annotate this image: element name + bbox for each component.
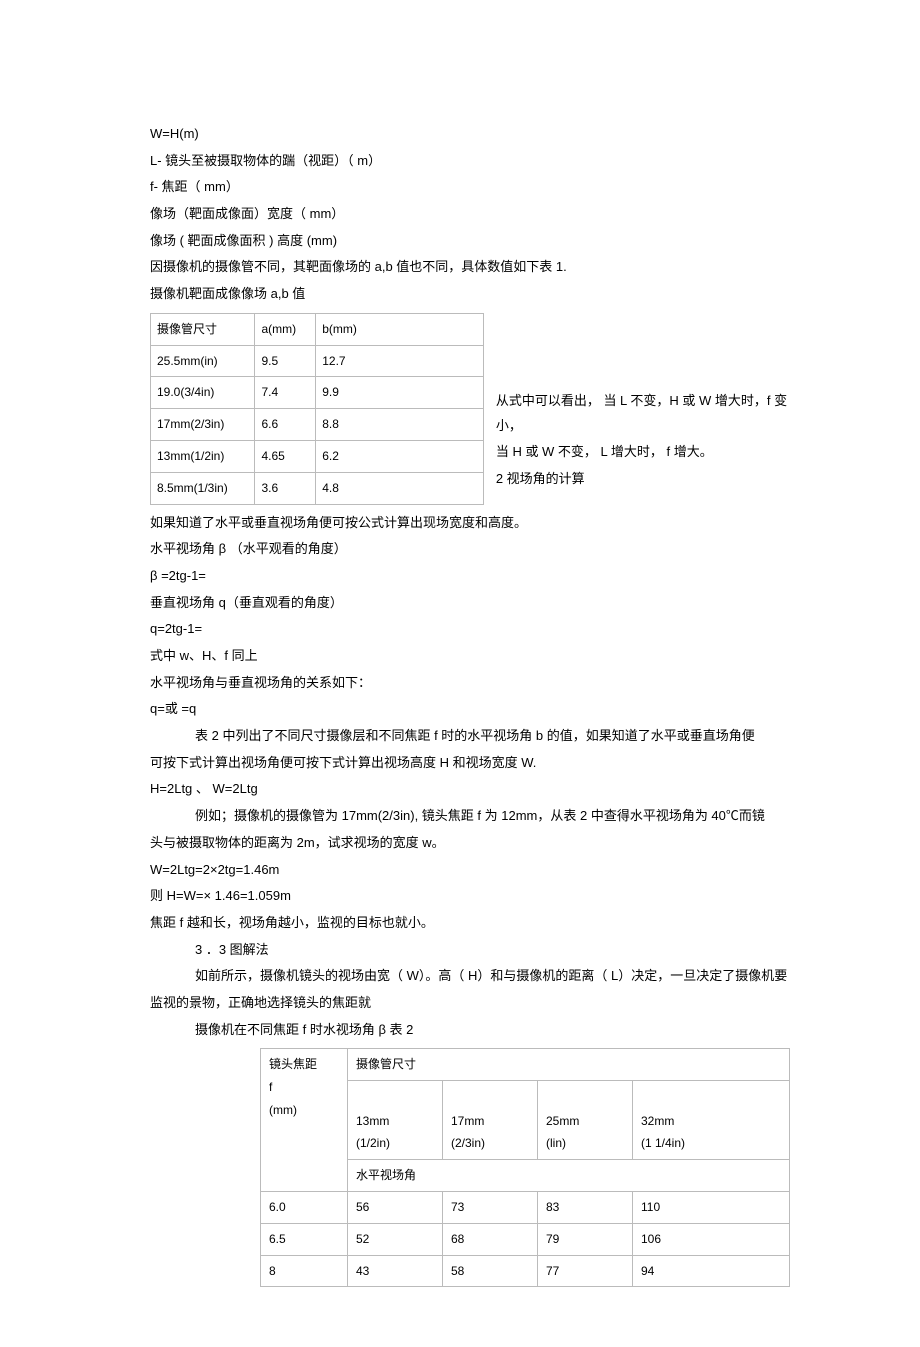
cell: 9.9 xyxy=(316,377,484,409)
cell: 110 xyxy=(633,1191,790,1223)
col-header: b(mm) xyxy=(316,313,484,345)
formula-line: β =2tg-1= xyxy=(150,564,790,589)
cell: 8 xyxy=(261,1255,348,1287)
table-row: 25.5mm(in) 9.5 12.7 xyxy=(151,345,484,377)
cell: 6.0 xyxy=(261,1191,348,1223)
section-heading: 3 ．3 图解法 xyxy=(150,938,790,963)
text-line: 焦距 f 越和长，视场角越小，监视的目标也就小。 xyxy=(150,911,790,936)
cell: 94 xyxy=(633,1255,790,1287)
cell: 25.5mm(in) xyxy=(151,345,255,377)
target-dimensions-table: 摄像管尺寸 a(mm) b(mm) 25.5mm(in) 9.5 12.7 19… xyxy=(150,313,484,505)
side-notes: 从式中可以看出， 当 L 不变，H 或 W 增大时，f 变小， 当 H 或 W … xyxy=(496,387,790,494)
cell: 106 xyxy=(633,1223,790,1255)
definition-line: 像场 ( 靶面成像面积 ) 高度 (mm) xyxy=(150,229,790,254)
table-caption: 摄像机靶面成像像场 a,b 值 xyxy=(150,282,790,307)
cell: 6.2 xyxy=(316,441,484,473)
formula-line: 则 H=W=× 1.46=1.059m xyxy=(150,884,790,909)
formula-line: q=或 =q xyxy=(150,697,790,722)
side-note-line: 从式中可以看出， 当 L 不变，H 或 W 增大时，f 变小， xyxy=(496,389,790,438)
side-note-line: 当 H 或 W 不变， L 增大时， f 增大。 xyxy=(496,440,790,465)
text-line: 监视的景物，正确地选择镜头的焦距就 xyxy=(150,991,790,1016)
table-row: 6.5 52 68 79 106 xyxy=(261,1223,790,1255)
cell: 13mm(1/2in) xyxy=(151,441,255,473)
cell: 43 xyxy=(348,1255,443,1287)
table-row: 17mm(2/3in) 6.6 8.8 xyxy=(151,409,484,441)
cell: 73 xyxy=(443,1191,538,1223)
text-line: 如前所示，摄像机镜头的视场由宽（ W）。高（ H）和与摄像机的距离（ L）决定，… xyxy=(150,964,790,989)
definition-line: L- 镜头至被摄取物体的踹（视距）（ m） xyxy=(150,149,790,174)
formula-line: H=2Ltg 、 W=2Ltg xyxy=(150,777,790,802)
cell: 17mm(2/3in) xyxy=(151,409,255,441)
cell: 19.0(3/4in) xyxy=(151,377,255,409)
text-line: 可按下式计算出视场角便可按下式计算出视场高度 H 和视场宽度 W. xyxy=(150,751,790,776)
col-header: a(mm) xyxy=(255,313,316,345)
cell: 6.6 xyxy=(255,409,316,441)
cell: 4.8 xyxy=(316,472,484,504)
table-row: 8 43 58 77 94 xyxy=(261,1255,790,1287)
col-header: 摄像管尺寸 xyxy=(151,313,255,345)
text-line: 垂直视场角 q（垂直观看的角度） xyxy=(150,591,790,616)
col-header: 25mm (lin) xyxy=(538,1081,633,1160)
cell: 6.5 xyxy=(261,1223,348,1255)
row-header: 镜头焦距 f (mm) xyxy=(261,1049,348,1192)
text-line: 水平视场角与垂直视场角的关系如下： xyxy=(150,671,790,696)
col-group-header: 摄像管尺寸 xyxy=(348,1049,790,1081)
table-header-row: 镜头焦距 f (mm) 摄像管尺寸 xyxy=(261,1049,790,1081)
formula-line: W=H(m) xyxy=(150,122,790,147)
col-header: 32mm (1 1/4in) xyxy=(633,1081,790,1160)
table-row: 8.5mm(1/3in) 3.6 4.8 xyxy=(151,472,484,504)
cell: 12.7 xyxy=(316,345,484,377)
cell: 8.5mm(1/3in) xyxy=(151,472,255,504)
text-line: 水平视场角 β （水平观看的角度） xyxy=(150,537,790,562)
text-line: 因摄像机的摄像管不同，其靶面像场的 a,b 值也不同，具体数值如下表 1. xyxy=(150,255,790,280)
table-row: 19.0(3/4in) 7.4 9.9 xyxy=(151,377,484,409)
text-line: 如果知道了水平或垂直视场角便可按公式计算出现场宽度和高度。 xyxy=(150,511,790,536)
cell: 4.65 xyxy=(255,441,316,473)
cell: 8.8 xyxy=(316,409,484,441)
col-header: 13mm (1/2in) xyxy=(348,1081,443,1160)
formula-line: W=2Ltg=2×2tg=1.46m xyxy=(150,858,790,883)
cell: 79 xyxy=(538,1223,633,1255)
formula-line: q=2tg-1= xyxy=(150,617,790,642)
table-row: 6.0 56 73 83 110 xyxy=(261,1191,790,1223)
cell: 58 xyxy=(443,1255,538,1287)
cell: 77 xyxy=(538,1255,633,1287)
cell: 52 xyxy=(348,1223,443,1255)
table-with-sidenotes: 摄像管尺寸 a(mm) b(mm) 25.5mm(in) 9.5 12.7 19… xyxy=(150,309,790,509)
cell: 3.6 xyxy=(255,472,316,504)
table-row: 13mm(1/2in) 4.65 6.2 xyxy=(151,441,484,473)
side-note-line: 2 视场角的计算 xyxy=(496,467,790,492)
cell: 9.5 xyxy=(255,345,316,377)
text-line: 式中 w、H、f 同上 xyxy=(150,644,790,669)
col-header: 17mm (2/3in) xyxy=(443,1081,538,1160)
table-caption: 摄像机在不同焦距 f 时水视场角 β 表 2 xyxy=(150,1018,790,1043)
cell: 56 xyxy=(348,1191,443,1223)
definition-line: f- 焦距（ mm） xyxy=(150,175,790,200)
span-label: 水平视场角 xyxy=(348,1160,790,1192)
cell: 7.4 xyxy=(255,377,316,409)
focal-length-table: 镜头焦距 f (mm) 摄像管尺寸 13mm (1/2in) 17mm (2/3… xyxy=(260,1048,790,1287)
text-line: 头与被摄取物体的距离为 2m，试求视场的宽度 w。 xyxy=(150,831,790,856)
text-line: 表 2 中列出了不同尺寸摄像层和不同焦距 f 时的水平视场角 b 的值，如果知道… xyxy=(150,724,790,749)
table-header-row: 摄像管尺寸 a(mm) b(mm) xyxy=(151,313,484,345)
text-line: 例如；摄像机的摄像管为 17mm(2/3in), 镜头焦距 f 为 12mm，从… xyxy=(150,804,790,829)
cell: 83 xyxy=(538,1191,633,1223)
definition-line: 像场（靶面成像面）宽度（ mm） xyxy=(150,202,790,227)
cell: 68 xyxy=(443,1223,538,1255)
